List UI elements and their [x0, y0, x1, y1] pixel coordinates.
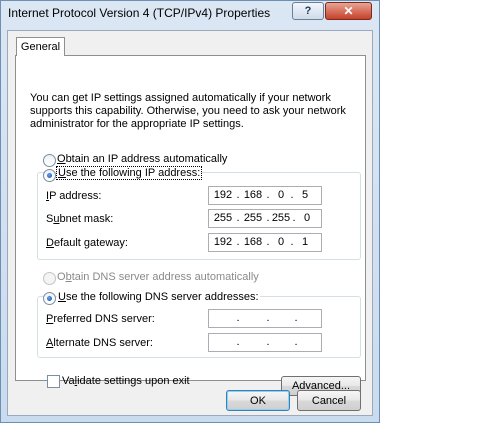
obtain-ip-automatically-radio[interactable]: [43, 154, 56, 167]
obtain-ip-automatically-label[interactable]: Obtain an IP address automatically: [57, 153, 227, 165]
ip-octet-2: 168: [243, 189, 263, 201]
octet-separator: .: [294, 336, 298, 348]
close-icon: ✕: [343, 4, 354, 18]
gateway-octet-2: 168: [243, 236, 263, 248]
use-following-ip-radio[interactable]: [43, 169, 56, 182]
general-tab-panel: You can get IP settings assigned automat…: [15, 55, 366, 396]
preferred-dns-input[interactable]: . . .: [208, 309, 322, 328]
gateway-octet-1: 192: [213, 236, 233, 248]
radio-selected-dot: [47, 173, 52, 178]
subnet-octet-3: 255: [271, 212, 291, 224]
validate-settings-checkbox[interactable]: [47, 375, 60, 388]
help-button[interactable]: ?: [292, 2, 324, 20]
tab-general[interactable]: General: [16, 37, 65, 56]
use-following-ip-label[interactable]: Use the following IP address:: [55, 166, 203, 180]
preferred-dns-label: Preferred DNS server:: [46, 313, 155, 325]
default-gateway-label: Default gateway:: [46, 237, 128, 249]
close-button[interactable]: ✕: [325, 2, 372, 20]
cancel-button-label: Cancel: [311, 394, 347, 407]
octet-separator: .: [266, 336, 270, 348]
octet-separator: .: [236, 336, 240, 348]
validate-settings-label[interactable]: Validate settings upon exit: [62, 375, 190, 387]
alternate-dns-label: Alternate DNS server:: [46, 337, 153, 349]
description-text: You can get IP settings assigned automat…: [30, 92, 346, 130]
ip-address-label: IP address:: [46, 190, 102, 202]
properties-dialog: Internet Protocol Version 4 (TCP/IPv4) P…: [0, 0, 380, 423]
octet-separator: .: [266, 312, 270, 324]
subnet-octet-2: 255: [243, 212, 263, 224]
obtain-dns-automatically-label[interactable]: Obtain DNS server address automatically: [57, 271, 259, 283]
alternate-dns-input[interactable]: . . .: [208, 333, 322, 352]
use-following-dns-radio[interactable]: [43, 292, 56, 305]
octet-separator: .: [236, 312, 240, 324]
dialog-body: General You can get IP settings assigned…: [7, 30, 373, 416]
radio-selected-dot: [47, 296, 52, 301]
obtain-dns-automatically-radio[interactable]: [43, 272, 56, 285]
subnet-octet-4: 0: [303, 212, 311, 224]
ip-octet-1: 192: [213, 189, 233, 201]
ok-button-label: OK: [250, 394, 266, 407]
window-title: Internet Protocol Version 4 (TCP/IPv4) P…: [8, 6, 271, 20]
cancel-button[interactable]: Cancel: [297, 390, 361, 411]
ip-octet-4: 5: [301, 189, 309, 201]
title-bar: Internet Protocol Version 4 (TCP/IPv4) P…: [1, 1, 379, 25]
help-icon: ?: [304, 5, 312, 17]
ip-address-input[interactable]: 192 . 168 . 0 . 5: [208, 186, 322, 205]
use-following-dns-label[interactable]: Use the following DNS server addresses:: [57, 291, 260, 303]
ok-button[interactable]: OK: [226, 390, 290, 411]
tab-general-label: General: [20, 41, 61, 53]
default-gateway-input[interactable]: 192 . 168 . 0 . 1: [208, 233, 322, 252]
subnet-mask-label: Subnet mask:: [46, 213, 114, 225]
subnet-octet-1: 255: [213, 212, 233, 224]
gateway-octet-4: 1: [301, 236, 309, 248]
subnet-mask-input[interactable]: 255 . 255 . 255 . 0: [208, 209, 322, 228]
octet-separator: .: [294, 312, 298, 324]
